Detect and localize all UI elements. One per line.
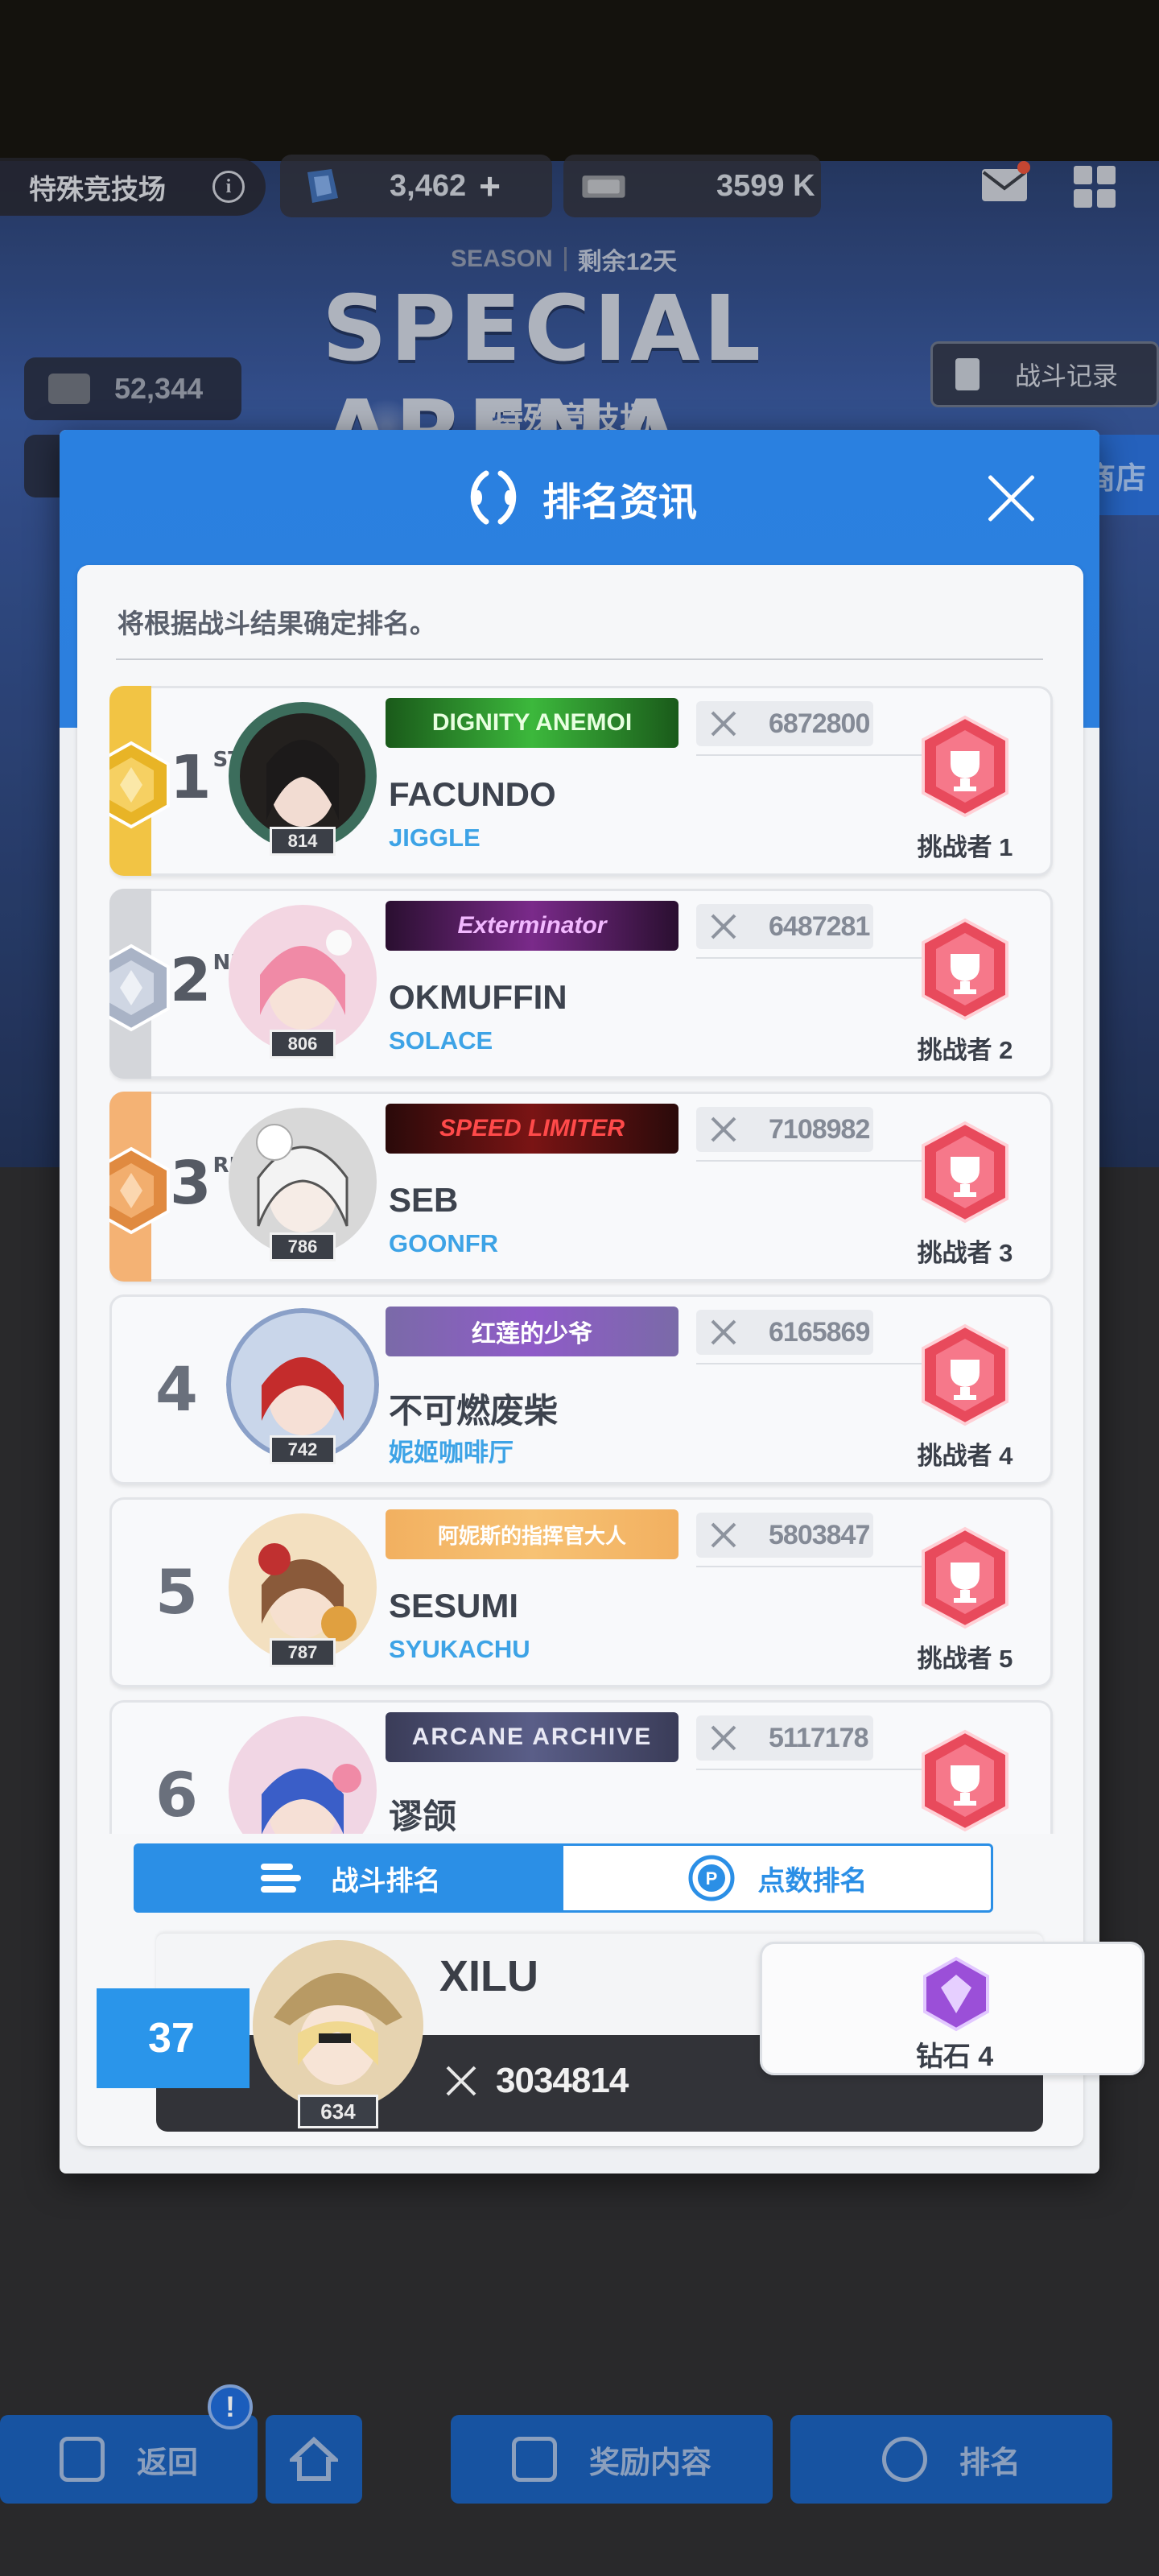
- crossed-swords-icon: [711, 711, 736, 737]
- diamond-tier-icon: [923, 1956, 989, 2032]
- challenge-trophy-icon[interactable]: [918, 1323, 1012, 1427]
- my-rank: 37: [97, 1988, 250, 2088]
- points-coin-icon: P: [688, 1855, 734, 1901]
- player-guild: SYUKACHU: [389, 1635, 530, 1663]
- title-banner: ARCANE ARCHIVE: [386, 1712, 678, 1762]
- bullets-icon: [260, 1864, 301, 1893]
- ranking-list[interactable]: 1ST 814 DIGNITY ANEMOI 6872800 FACUNDO J…: [109, 686, 1059, 1834]
- player-avatar[interactable]: [226, 1714, 379, 1834]
- tab-points-label: 点数排名: [757, 1865, 868, 1897]
- player-guild: GOONFR: [389, 1229, 499, 1257]
- player-level: 786: [270, 1232, 336, 1261]
- power-value: 5803847: [769, 1519, 870, 1550]
- crossed-swords-icon: [711, 914, 736, 939]
- player-level: 806: [270, 1030, 336, 1059]
- player-name: OKMUFFIN: [389, 978, 567, 1016]
- crossed-swords-icon: [711, 1117, 736, 1142]
- my-tier-label: 钻石 4: [915, 2041, 994, 2072]
- title-banner: Exterminator: [386, 901, 678, 951]
- ranking-info-modal: 排名资讯 将根据战斗结果确定排名。 1ST 814 DIGNITY ANEMOI…: [60, 430, 1145, 2174]
- power-box: 6872800: [696, 701, 873, 746]
- player-level: 787: [270, 1638, 336, 1667]
- player-guild: SOLACE: [389, 1026, 493, 1055]
- challenge-trophy-icon[interactable]: [918, 1120, 1012, 1224]
- challenge-trophy-icon[interactable]: [918, 1525, 1012, 1630]
- crossed-swords-icon: [711, 1725, 736, 1751]
- challenge-button[interactable]: 挑战者 2: [901, 1030, 1029, 1066]
- title-banner: SPEED LIMITER: [386, 1104, 678, 1154]
- player-name: SESUMI: [389, 1587, 519, 1624]
- player-level: 742: [270, 1435, 336, 1464]
- power-value: 5117178: [769, 1722, 868, 1753]
- player-name: 不可燃废柴: [389, 1392, 559, 1430]
- title-banner: 阿妮斯的指挥官大人: [386, 1509, 678, 1559]
- power-box: 5803847: [696, 1513, 873, 1558]
- ranking-row[interactable]: 2ND 806 Exterminator 6487281 OKMUFFIN SO…: [109, 889, 1053, 1079]
- player-name: 谬颌: [389, 1798, 457, 1834]
- divider: [116, 658, 1043, 660]
- crossed-swords-icon: [711, 1319, 736, 1345]
- challenge-trophy-icon[interactable]: [918, 714, 1012, 819]
- rank-number: 5: [155, 1556, 198, 1628]
- my-power-value: 3034814: [496, 2061, 629, 2100]
- my-tier: 钻石 4: [760, 1942, 1145, 2075]
- ranking-row[interactable]: 1ST 814 DIGNITY ANEMOI 6872800 FACUNDO J…: [109, 686, 1053, 876]
- rank-number: 6: [155, 1759, 198, 1831]
- ranking-tabs: 战斗排名 P 点数排名: [134, 1843, 993, 1913]
- ranking-row[interactable]: 4 742 红莲的少爷 6165869 不可燃废柴 妮姬咖啡厅 挑战者 4: [109, 1294, 1053, 1484]
- challenge-trophy-icon[interactable]: [918, 1728, 1012, 1833]
- bronze-medal-icon: [109, 1146, 170, 1235]
- challenge-button[interactable]: 挑战者 4: [901, 1435, 1029, 1472]
- crossed-swords-icon: [711, 1522, 736, 1548]
- power-value: 6872800: [769, 708, 870, 739]
- silver-medal-icon: [109, 943, 170, 1032]
- close-button[interactable]: [985, 472, 1037, 523]
- ranking-row[interactable]: 5 787 阿妮斯的指挥官大人 5803847 SESUMI SYUKACHU …: [109, 1497, 1053, 1687]
- my-ranking-bar: 37 634 XILU 3034814 钻石 4: [97, 1934, 1145, 2132]
- title-banner: 红莲的少爷: [386, 1307, 678, 1356]
- modal-title: 排名资讯: [542, 481, 697, 524]
- power-value: 6165869: [769, 1316, 870, 1348]
- ranking-row[interactable]: 6 ARCANE ARCHIVE 5117178 谬颌: [109, 1700, 1053, 1834]
- tab-points-ranking[interactable]: P 点数排名: [563, 1846, 991, 1910]
- player-name: SEB: [389, 1181, 459, 1219]
- ranking-row[interactable]: 3RD 786 SPEED LIMITER 7108982 SEB GOONFR…: [109, 1092, 1053, 1282]
- my-avatar[interactable]: [250, 1937, 427, 2114]
- player-level: 814: [270, 827, 336, 856]
- crossed-swords-icon: [446, 2066, 476, 2096]
- challenge-button[interactable]: 挑战者 1: [901, 827, 1029, 863]
- power-box: 6487281: [696, 904, 873, 949]
- laurel-icon: [470, 470, 517, 525]
- my-power: 3034814: [443, 2061, 629, 2101]
- power-box: 6165869: [696, 1310, 873, 1355]
- modal-title-row: 排名资讯: [60, 467, 1099, 530]
- ranking-notice: 将根据战斗结果确定排名。: [118, 609, 436, 638]
- power-box: 7108982: [696, 1107, 873, 1152]
- challenge-button[interactable]: 挑战者 3: [901, 1232, 1029, 1269]
- challenge-trophy-icon[interactable]: [918, 917, 1012, 1022]
- power-value: 6487281: [769, 910, 870, 942]
- rank-number: 4: [155, 1353, 198, 1425]
- power-value: 7108982: [769, 1113, 870, 1145]
- gold-medal-icon: [109, 741, 170, 829]
- title-banner: DIGNITY ANEMOI: [386, 698, 678, 748]
- tab-battle-ranking[interactable]: 战斗排名: [136, 1846, 563, 1910]
- player-guild: 妮姬咖啡厅: [389, 1439, 514, 1467]
- player-name: FACUNDO: [389, 775, 556, 813]
- player-guild: JIGGLE: [389, 824, 481, 852]
- my-level: 634: [298, 2095, 378, 2128]
- my-name: XILU: [439, 1952, 539, 2000]
- svg-text:P: P: [705, 1868, 717, 1889]
- challenge-button[interactable]: 挑战者 5: [901, 1638, 1029, 1674]
- tab-battle-label: 战斗排名: [331, 1865, 441, 1897]
- power-box: 5117178: [696, 1715, 873, 1761]
